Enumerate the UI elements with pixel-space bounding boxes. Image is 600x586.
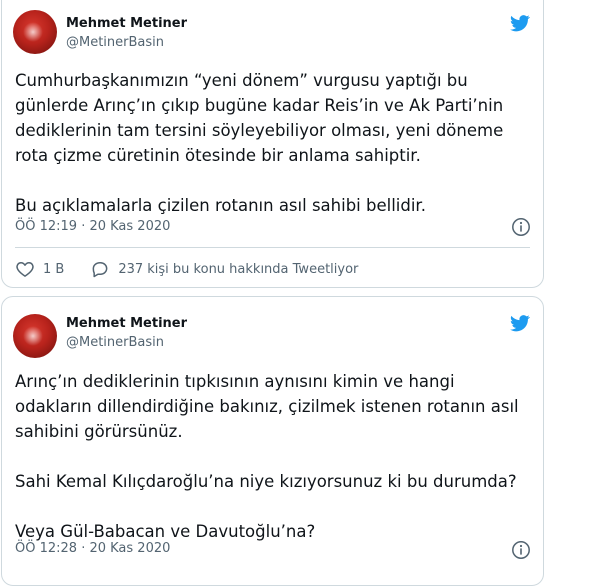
avatar[interactable]: [13, 314, 57, 358]
tweet-line: günlerde Arınç’ın çıkıp bugüne kadar Rei…: [15, 96, 504, 115]
heart-icon: [16, 262, 34, 277]
tweet-line: Cumhurbaşkanımızın “yeni dönem” vurgusu …: [15, 71, 468, 90]
avatar[interactable]: [13, 10, 57, 54]
tweet-card[interactable]: Mehmet Metiner @MetinerBasin Arınç’ın de…: [1, 296, 544, 586]
author-handle[interactable]: @MetinerBasin: [66, 35, 164, 50]
tweet-card[interactable]: Mehmet Metiner @MetinerBasin Cumhurbaşka…: [1, 0, 544, 288]
info-icon[interactable]: [511, 217, 531, 237]
divider: [15, 247, 530, 248]
like-count: 1 B: [43, 261, 65, 277]
tweet-line: sahibini görürsünüz.: [15, 422, 183, 441]
tweet-timestamp[interactable]: ÖÖ 12:28 · 20 Kas 2020: [15, 541, 170, 556]
author-name[interactable]: Mehmet Metiner: [66, 16, 187, 31]
tweet-text: Arınç’ın dediklerinin tıpkısının aynısın…: [15, 369, 535, 544]
author-name[interactable]: Mehmet Metiner: [66, 316, 187, 331]
conversation-count: 237 kişi bu konu hakkında Tweetliyor: [118, 261, 359, 277]
info-icon[interactable]: [511, 540, 531, 560]
tweet-text: Cumhurbaşkanımızın “yeni dönem” vurgusu …: [15, 68, 535, 218]
tweet-line: Sahi Kemal Kılıçdaroğlu’na niye kızıyors…: [15, 472, 517, 491]
tweet-line: rota çizme cüretinin ötesinde bir anlama…: [15, 146, 421, 165]
twitter-bird-icon[interactable]: [508, 13, 532, 33]
like-button[interactable]: 1 B: [15, 259, 90, 279]
tweet-line: Arınç’ın dediklerinin tıpkısının aynısın…: [15, 372, 455, 391]
twitter-bird-icon[interactable]: [508, 313, 532, 333]
tweet-line: dediklerinin tam tersini söyleyebiliyor …: [15, 121, 504, 140]
speech-bubble-icon: [92, 262, 108, 278]
tweet-actions: 1 B 237 kişi bu konu hakkında Tweetliyor: [15, 257, 358, 281]
tweet-line: odakların dillendirdiğine bakınız, çizil…: [15, 397, 519, 416]
tweet-timestamp[interactable]: ÖÖ 12:19 · 20 Kas 2020: [15, 219, 170, 234]
author-handle[interactable]: @MetinerBasin: [66, 335, 164, 350]
conversation-link[interactable]: 237 kişi bu konu hakkında Tweetliyor: [90, 259, 358, 279]
tweet-line: Bu açıklamalarla çizilen rotanın asıl sa…: [15, 196, 426, 215]
